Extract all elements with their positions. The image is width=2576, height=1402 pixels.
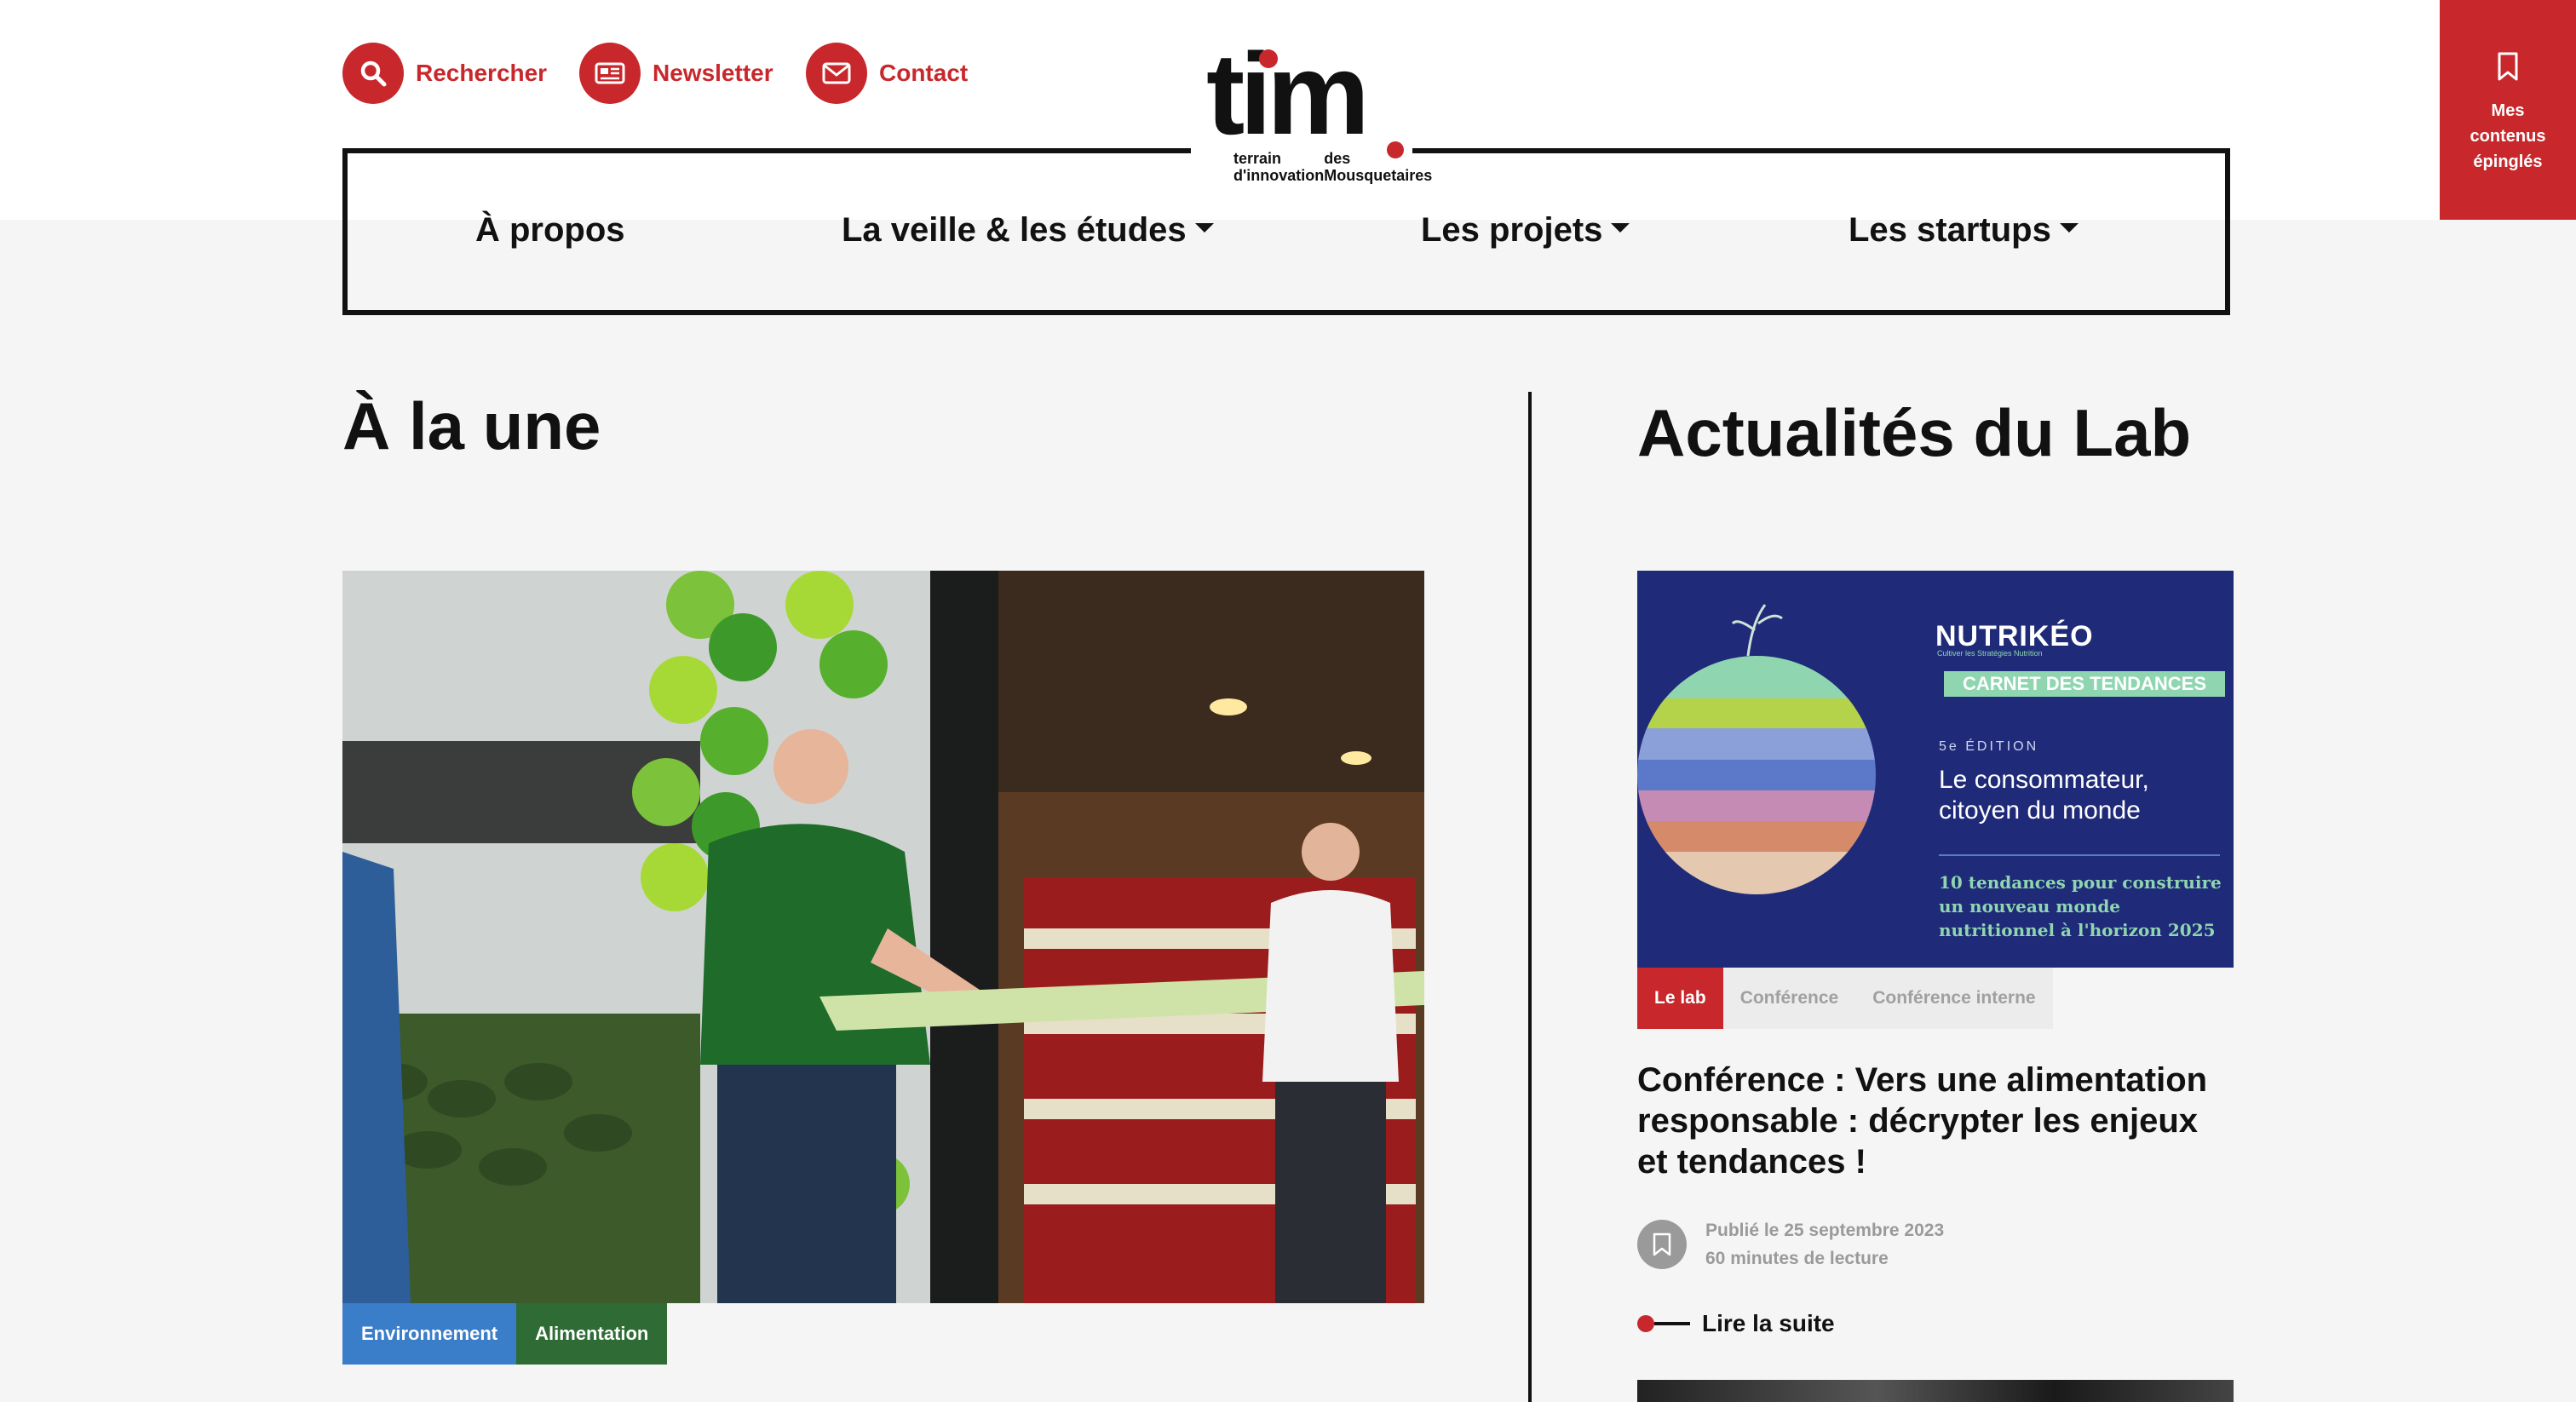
published-date: Publié le 25 septembre 2023: [1705, 1221, 1945, 1240]
bookmark-icon: [2496, 51, 2520, 86]
featured-article-image[interactable]: [342, 571, 1424, 1303]
column-divider: [1528, 392, 1532, 1402]
lab-article-title[interactable]: Conférence : Vers une alimentation respo…: [1637, 1060, 2234, 1182]
logo-dot: [1259, 49, 1278, 68]
next-article-image[interactable]: [1637, 1380, 2234, 1402]
caret-down-icon: [2059, 223, 2079, 233]
search-icon: [342, 43, 404, 104]
card-headline: Le consommateur, citoyen du monde: [1939, 766, 2149, 825]
tim-logo[interactable]: tim terrain d'innovation des Mousquetair…: [1191, 36, 1432, 186]
newsletter-label: Newsletter: [653, 60, 773, 86]
tag-alimentation[interactable]: Alimentation: [516, 1303, 668, 1365]
card-rule: [1939, 854, 2220, 856]
reading-time: 60 minutes de lecture: [1705, 1249, 1889, 1268]
nav-item-veille-etudes[interactable]: La veille & les études: [842, 211, 1214, 250]
card-edition: 5e ÉDITION: [1939, 739, 2039, 754]
line-icon: [1654, 1322, 1690, 1325]
contact-label: Contact: [879, 60, 969, 86]
newsletter-link[interactable]: Newsletter: [579, 43, 773, 104]
logo-wordmark: tim: [1206, 29, 1370, 158]
lab-tags: Le lab Conférence Conférence interne: [1637, 968, 2053, 1029]
card-brand-sub: Cultiver les Stratégies Nutrition: [1937, 649, 2043, 658]
featured-tags: Environnement Alimentation: [342, 1303, 668, 1365]
lab-heading: Actualités du Lab: [1637, 395, 2192, 470]
tag-le-lab[interactable]: Le lab: [1637, 968, 1723, 1029]
search-label: Rechercher: [416, 60, 548, 86]
article-meta: Publié le 25 septembre 2023 60 minutes d…: [1637, 1220, 1944, 1273]
pinned-label: Mes contenus épinglés: [2470, 101, 2546, 171]
read-more-label: Lire la suite: [1702, 1310, 1835, 1336]
tag-conference-interne[interactable]: Conférence interne: [1855, 968, 2053, 1029]
nav-item-label: À propos: [475, 211, 625, 249]
logo-tagline: terrain d'innovation des Mousquetaires: [1233, 150, 1433, 184]
card-banner: CARNET DES TENDANCES: [1944, 671, 2225, 697]
search-link[interactable]: Rechercher: [342, 43, 547, 104]
lab-article-image[interactable]: NUTRIKÉO Cultiver les Stratégies Nutriti…: [1637, 571, 2234, 968]
nav-item-startups[interactable]: Les startups: [1849, 211, 2079, 250]
pinned-contents-button[interactable]: Mes contenus épinglés: [2440, 0, 2576, 220]
nav-item-a-propos[interactable]: À propos: [475, 211, 625, 250]
caret-down-icon: [1611, 223, 1630, 233]
dot-icon: [1637, 1315, 1654, 1332]
read-more-link[interactable]: Lire la suite: [1637, 1310, 1835, 1337]
nav-item-label: Les startups: [1849, 211, 2051, 249]
card-subtext: 10 tendances pour construire un nouveau …: [1939, 872, 2222, 940]
une-heading: À la une: [342, 388, 601, 463]
bookmark-icon[interactable]: [1637, 1220, 1687, 1269]
caret-down-icon: [1194, 223, 1214, 233]
nav-item-projets[interactable]: Les projets: [1421, 211, 1630, 250]
nav-item-label: La veille & les études: [842, 211, 1187, 249]
logo-accent-dot: [1387, 141, 1404, 158]
newspaper-icon: [579, 43, 641, 104]
tag-environnement[interactable]: Environnement: [342, 1303, 517, 1365]
tag-conference[interactable]: Conférence: [1722, 968, 1856, 1029]
nav-item-label: Les projets: [1421, 211, 1603, 249]
contact-link[interactable]: Contact: [806, 43, 968, 104]
envelope-icon: [806, 43, 867, 104]
